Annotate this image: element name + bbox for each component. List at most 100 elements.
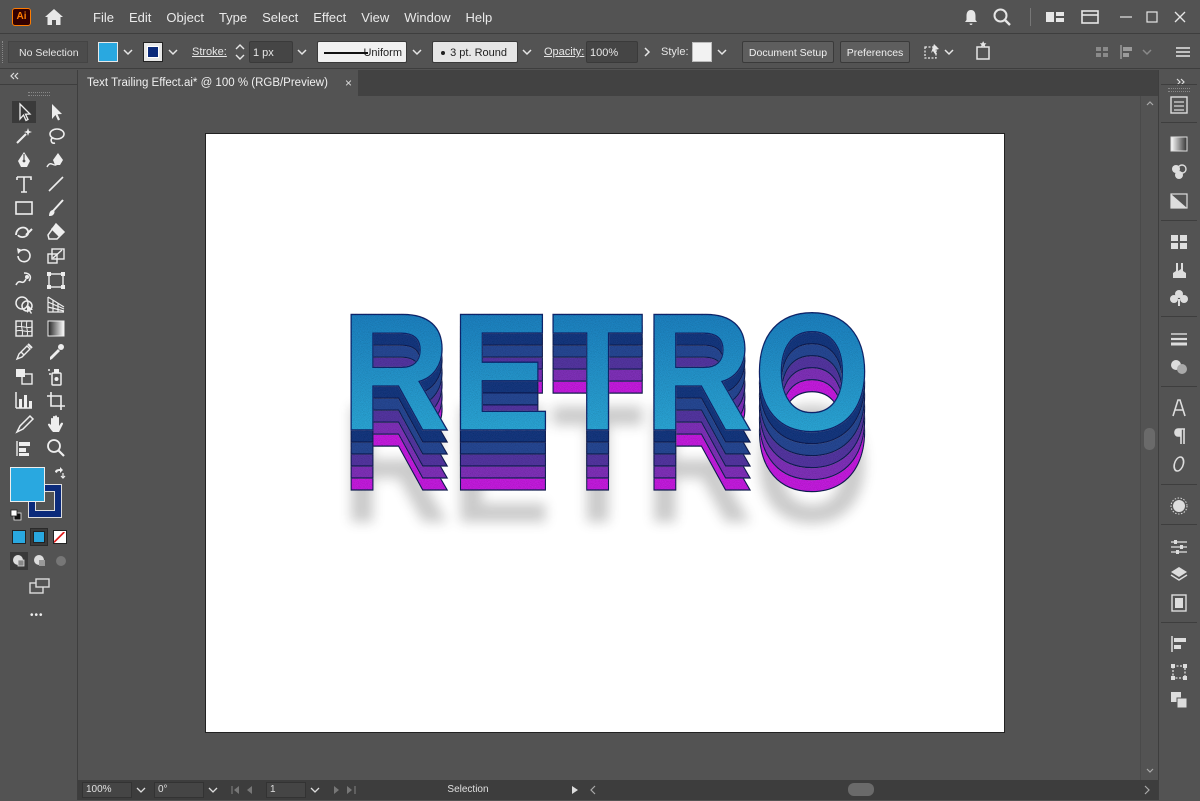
magic-wand-tool-icon[interactable] <box>12 125 36 147</box>
brush-dropdown[interactable]: 3 pt. Round <box>432 41 518 63</box>
scroll-up-icon[interactable] <box>1144 96 1156 108</box>
character-panel-icon[interactable] <box>1168 398 1190 418</box>
first-prev-artboard-icons[interactable] <box>228 782 264 798</box>
default-fill-stroke-icon[interactable] <box>10 508 22 521</box>
color-panel-icon[interactable] <box>1168 357 1190 377</box>
pen-tool-icon[interactable] <box>12 149 36 171</box>
stroke-profile-chevron-icon[interactable] <box>408 41 426 63</box>
gradient-tool-icon[interactable] <box>44 317 68 339</box>
artboard-chevron-icon[interactable] <box>308 782 322 798</box>
shape-builder-tool-icon[interactable] <box>12 293 36 315</box>
eyedropper-tool-icon-alt[interactable] <box>12 341 36 363</box>
artboard[interactable]: RETRO RETRO RETRO RETRO RETRO RETRO RETRO <box>205 133 1005 733</box>
toolbox-grip[interactable] <box>28 92 50 96</box>
swap-fill-stroke-icon[interactable] <box>52 467 66 481</box>
opacity-chevron-right-icon[interactable] <box>638 41 656 63</box>
opacity-label[interactable]: Opacity: <box>544 41 584 63</box>
eraser-tool-icon[interactable] <box>44 221 68 243</box>
distribute-chevron-icon[interactable] <box>1138 41 1156 63</box>
minimize-icon[interactable] <box>1118 7 1134 27</box>
image-trace-icon[interactable] <box>973 41 995 63</box>
menu-object[interactable]: Object <box>165 10 211 25</box>
artboard-number-field[interactable]: 1 <box>266 782 306 798</box>
puppet-warp-tool-icon[interactable] <box>12 437 36 459</box>
search-icon[interactable] <box>992 7 1012 27</box>
lasso-tool-icon[interactable] <box>44 125 68 147</box>
transform-panel-icon[interactable] <box>1168 662 1190 682</box>
none-mode-button[interactable] <box>53 530 67 544</box>
collapse-toolbox-icon[interactable] <box>8 72 20 82</box>
transparency-panel-icon[interactable] <box>1168 191 1190 211</box>
brush-chevron-icon[interactable] <box>518 41 536 63</box>
warp-tool-icon[interactable] <box>12 269 36 291</box>
control-panel-menu-icon[interactable] <box>1172 41 1194 63</box>
menu-view[interactable]: View <box>360 10 396 25</box>
preferences-button[interactable]: Preferences <box>840 41 910 63</box>
stroke-weight-chevron-icon[interactable] <box>293 41 311 63</box>
document-tab[interactable]: Text Trailing Effect.ai* @ 100 % (RGB/Pr… <box>78 70 358 96</box>
style-chevron-icon[interactable] <box>713 41 731 63</box>
stroke-stepper-icon[interactable] <box>231 41 249 63</box>
fill-swatch[interactable] <box>98 42 118 62</box>
scale-tool-icon[interactable] <box>44 245 68 267</box>
shaper-tool-icon[interactable] <box>12 221 36 243</box>
symbols-panel-icon[interactable] <box>1168 288 1190 308</box>
maximize-icon[interactable] <box>1144 7 1160 27</box>
arrange-documents-icon[interactable] <box>1045 7 1065 27</box>
stroke-weight-field[interactable]: 1 px <box>249 41 293 63</box>
opacity-field[interactable]: 100% <box>586 41 638 63</box>
transform-options-icon[interactable] <box>920 41 942 63</box>
stroke-dropdown-chevron-icon[interactable] <box>164 41 182 63</box>
hand-tool-icon[interactable] <box>44 413 68 435</box>
symbol-sprayer-tool-icon[interactable] <box>44 365 68 387</box>
pathfinder-panel-icon[interactable] <box>1168 690 1190 710</box>
paintbrush-tool-icon[interactable] <box>44 197 68 219</box>
gradient-panel-icon[interactable] <box>1168 134 1190 154</box>
bell-icon[interactable] <box>962 7 980 27</box>
horizontal-scroll-thumb[interactable] <box>848 783 874 796</box>
scroll-left-icon[interactable] <box>586 782 600 798</box>
draw-inside-icon[interactable] <box>52 552 70 570</box>
perspective-grid-tool-icon[interactable] <box>44 293 68 315</box>
column-graph-tool-icon[interactable] <box>12 389 36 411</box>
type-tool-icon[interactable] <box>12 173 36 195</box>
dock-grip[interactable] <box>1168 88 1190 92</box>
vertical-scroll-thumb[interactable] <box>1144 428 1155 450</box>
rotation-chevron-icon[interactable] <box>206 782 220 798</box>
asset-export-panel-icon[interactable] <box>1168 593 1190 613</box>
stroke-swatch[interactable] <box>143 42 163 62</box>
close-tab-icon[interactable]: × <box>345 70 352 96</box>
rectangle-tool-icon[interactable] <box>12 197 36 219</box>
retro-artwork[interactable]: RETRO RETRORETRORETRORETRORETRORETRO <box>206 134 1006 734</box>
menu-file[interactable]: File <box>92 10 121 25</box>
rotate-tool-icon[interactable] <box>12 245 36 267</box>
canvas-area[interactable]: RETRO RETRO RETRO RETRO RETRO RETRO RETRO <box>79 96 1140 780</box>
menu-effect[interactable]: Effect <box>312 10 353 25</box>
appearance-panel-icon[interactable] <box>1168 162 1190 182</box>
zoom-tool-icon[interactable] <box>44 437 68 459</box>
rotation-field[interactable]: 0° <box>154 782 204 798</box>
stroke-profile-dropdown[interactable]: Uniform <box>317 41 407 63</box>
gradient-mode-button[interactable] <box>30 528 48 546</box>
selection-tool-icon[interactable] <box>12 101 36 123</box>
distribute-icon[interactable] <box>1117 41 1139 63</box>
menu-edit[interactable]: Edit <box>128 10 158 25</box>
vertical-scrollbar[interactable] <box>1140 96 1158 780</box>
expand-panels-icon[interactable] <box>1173 73 1187 86</box>
layers-panel-icon[interactable] <box>1168 565 1190 585</box>
next-last-artboard-icons[interactable] <box>328 782 364 798</box>
color-mode-button[interactable] <box>12 530 26 544</box>
home-icon[interactable] <box>43 7 65 27</box>
transform-chevron-icon[interactable] <box>940 41 958 63</box>
draw-behind-icon[interactable] <box>31 552 49 570</box>
curvature-tool-icon[interactable] <box>44 149 68 171</box>
slice-tool-icon[interactable] <box>12 413 36 435</box>
eyedropper-tool-icon[interactable] <box>44 341 68 363</box>
properties-panel-icon[interactable] <box>1168 95 1190 115</box>
workspace-switcher-icon[interactable] <box>1080 7 1100 27</box>
menu-window[interactable]: Window <box>403 10 457 25</box>
line-segment-tool-icon[interactable] <box>44 173 68 195</box>
mesh-tool-icon[interactable] <box>12 317 36 339</box>
fill-dropdown-chevron-icon[interactable] <box>119 41 137 63</box>
scroll-down-icon[interactable] <box>1144 764 1156 776</box>
